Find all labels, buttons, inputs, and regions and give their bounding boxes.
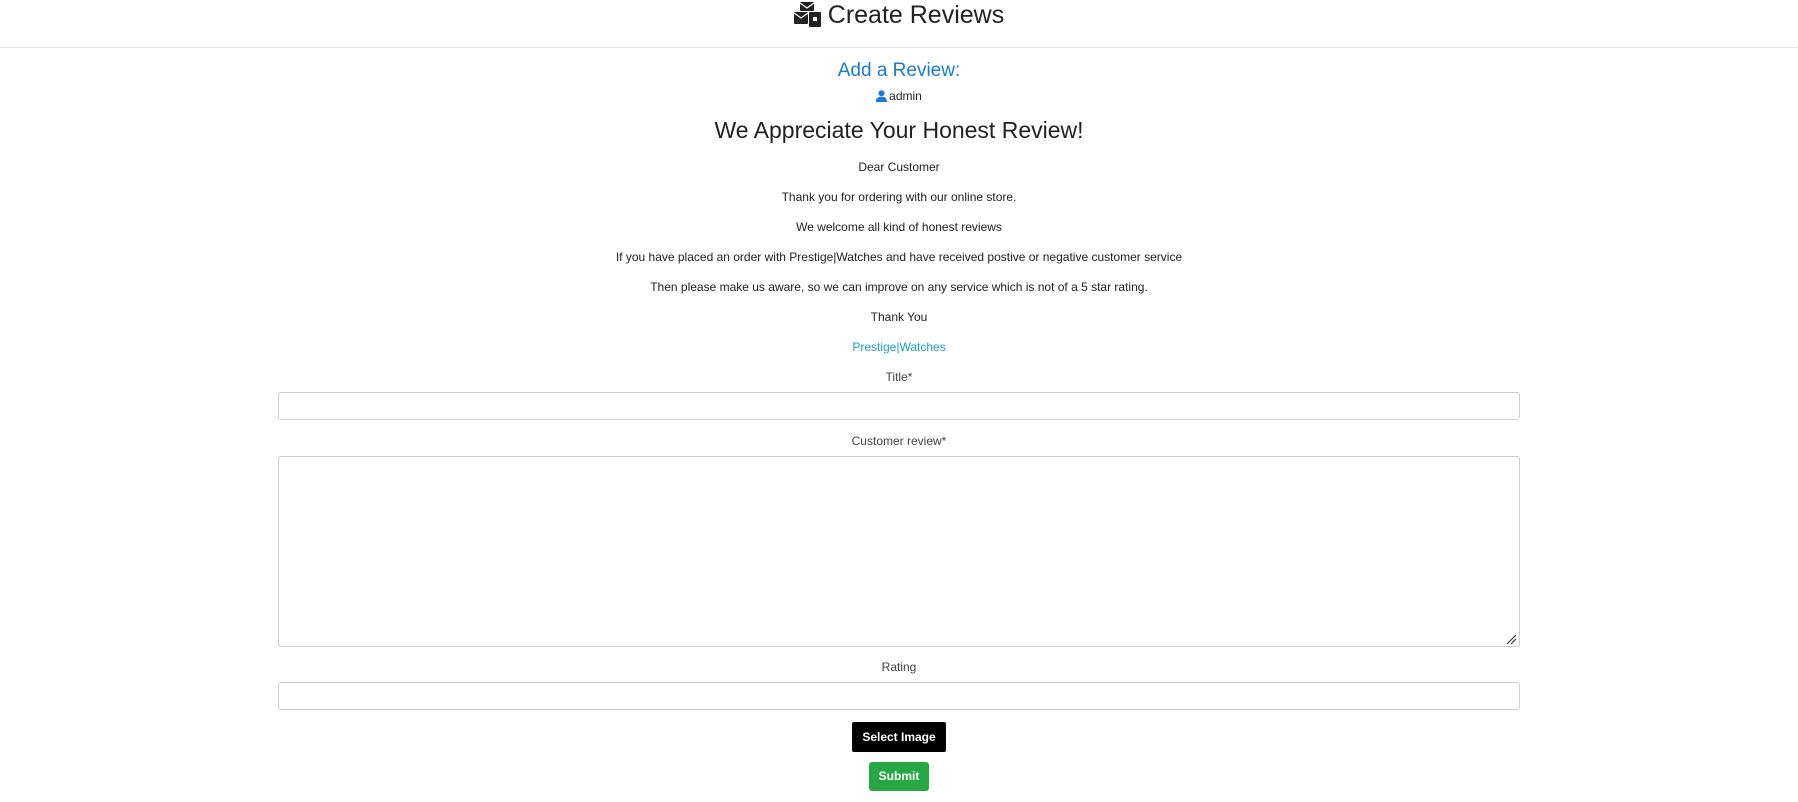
customer-review-textarea[interactable] bbox=[278, 456, 1520, 647]
submit-button[interactable]: Submit bbox=[868, 762, 930, 791]
appreciate-heading: We Appreciate Your Honest Review! bbox=[714, 117, 1084, 143]
title-label: Title* bbox=[885, 370, 913, 384]
review-content: Add a Review: admin We Appreciate Your H… bbox=[0, 48, 1798, 791]
message-line: Then please make us aware, so we can imp… bbox=[650, 280, 1148, 294]
message-line: Thank you for ordering with our online s… bbox=[781, 190, 1017, 204]
username: admin bbox=[889, 89, 922, 103]
add-review-heading: Add a Review: bbox=[837, 60, 961, 81]
customer-review-label: Customer review* bbox=[851, 434, 947, 448]
message-line: If you have placed an order with Prestig… bbox=[615, 250, 1183, 264]
message-line: Dear Customer bbox=[858, 160, 940, 174]
user-icon bbox=[876, 90, 888, 102]
rating-input[interactable] bbox=[278, 682, 1520, 710]
resize-handle-icon[interactable] bbox=[1505, 632, 1517, 645]
mail-bulk-icon bbox=[793, 2, 822, 28]
brand-signature: Prestige|Watches bbox=[852, 340, 946, 354]
page-title-wrap: Create Reviews bbox=[793, 1, 1005, 29]
select-image-button[interactable]: Select Image bbox=[852, 722, 946, 752]
message-line: Thank You bbox=[870, 310, 928, 324]
title-input[interactable] bbox=[278, 392, 1520, 420]
page-title: Create Reviews bbox=[827, 1, 1005, 29]
message-line: We welcome all kind of honest reviews bbox=[796, 220, 1002, 234]
review-form: Title* Customer review* Rating Select Im… bbox=[278, 355, 1520, 791]
rating-label: Rating bbox=[881, 660, 917, 674]
review-author: admin bbox=[876, 88, 922, 104]
page-header: Create Reviews bbox=[0, 0, 1798, 48]
